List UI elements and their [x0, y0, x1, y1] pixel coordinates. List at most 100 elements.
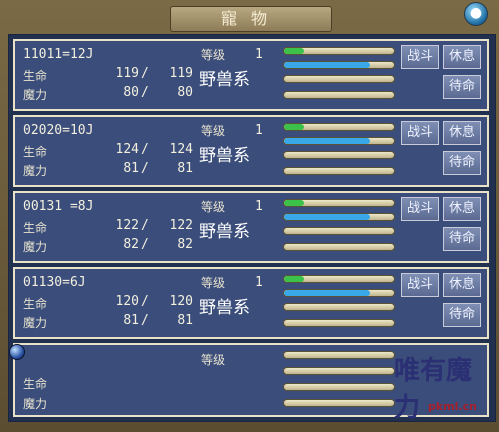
battle-button[interactable]: 战斗 [401, 121, 439, 145]
hp-label: 生命 [23, 145, 48, 159]
watermark-url: pkml.cn [428, 400, 477, 413]
hp-max: 122 [169, 218, 193, 233]
exp-bar [283, 123, 395, 131]
mp-bar [283, 227, 395, 235]
window-title: 寵物 [170, 6, 332, 32]
rest-button[interactable]: 休息 [443, 45, 481, 69]
hp-label: 生命 [23, 69, 48, 83]
mp-bar [283, 75, 395, 83]
level-label: 等级 [201, 200, 226, 214]
exp-fill [284, 200, 304, 206]
hp-bar [283, 289, 395, 297]
pet-card[interactable]: 11011=12J 等级 1 生命 119 / 119 野兽系 魔力 80 / … [13, 39, 489, 111]
battle-button[interactable]: 战斗 [401, 45, 439, 69]
level-value: 1 [255, 47, 263, 62]
extra-bar [283, 167, 395, 175]
mp-bar [283, 383, 395, 391]
mp-current: 81 [123, 313, 139, 328]
exp-bar [283, 47, 395, 55]
pet-type: 野兽系 [199, 70, 250, 90]
hp-slash: / [141, 218, 149, 233]
hp-label: 生命 [23, 221, 48, 235]
hp-label: 生命 [23, 377, 48, 391]
pet-window: 寵物 ● 11011=12J 等级 1 生命 119 / 119 野兽系 魔力 … [0, 0, 499, 432]
standby-button[interactable]: 待命 [443, 227, 481, 251]
mp-slash: / [141, 161, 149, 176]
watermark: 唯有魔力 pkml.cn [394, 350, 494, 423]
mp-current: 80 [123, 85, 139, 100]
mp-label: 魔力 [23, 316, 48, 330]
hp-slash: / [141, 142, 149, 157]
rest-button[interactable]: 休息 [443, 197, 481, 221]
hp-current: 120 [115, 294, 139, 309]
standby-button[interactable]: 待命 [443, 303, 481, 327]
mp-slash: / [141, 85, 149, 100]
mp-label: 魔力 [23, 164, 48, 178]
pet-card[interactable]: 00131 =8J 等级 1 生命 122 / 122 野兽系 魔力 82 / … [13, 191, 489, 263]
pet-type: 野兽系 [199, 298, 250, 318]
extra-bar [283, 91, 395, 99]
standby-button[interactable]: 待命 [443, 151, 481, 175]
mp-current: 82 [123, 237, 139, 252]
level-label: 等级 [201, 276, 226, 290]
pet-type: 野兽系 [199, 146, 250, 166]
mp-bar [283, 151, 395, 159]
level-label: 等级 [201, 48, 226, 62]
hp-slash: / [141, 294, 149, 309]
hp-bar [283, 367, 395, 375]
exp-bar [283, 199, 395, 207]
mp-slash: / [141, 237, 149, 252]
hp-max: 119 [169, 66, 193, 81]
exp-fill [284, 124, 304, 130]
pet-name: 11011=12J [23, 47, 94, 62]
hp-max: 120 [169, 294, 193, 309]
extra-bar [283, 243, 395, 251]
mp-max: 81 [177, 313, 193, 328]
exp-bar [283, 275, 395, 283]
rest-button[interactable]: 休息 [443, 121, 481, 145]
exp-fill [284, 276, 304, 282]
mp-current: 81 [123, 161, 139, 176]
level-value: 1 [255, 275, 263, 290]
battle-button[interactable]: 战斗 [401, 197, 439, 221]
mp-max: 80 [177, 85, 193, 100]
level-label: 等级 [201, 124, 226, 138]
hp-fill [284, 214, 370, 220]
mp-label: 魔力 [23, 88, 48, 102]
hp-fill [284, 290, 370, 296]
hp-slash: / [141, 66, 149, 81]
mp-bar [283, 303, 395, 311]
globe-icon[interactable]: ● [464, 2, 488, 26]
exp-fill [284, 48, 304, 54]
pet-name: 01130=6J [23, 275, 86, 290]
battle-button[interactable]: 战斗 [401, 273, 439, 297]
exp-bar [283, 351, 395, 359]
hp-bar [283, 137, 395, 145]
standby-button[interactable]: 待命 [443, 75, 481, 99]
extra-bar [283, 319, 395, 327]
pet-card[interactable]: 02020=10J 等级 1 生命 124 / 124 野兽系 魔力 81 / … [13, 115, 489, 187]
mp-max: 81 [177, 161, 193, 176]
level-label: 等级 [201, 353, 226, 367]
mp-label: 魔力 [23, 397, 48, 411]
hp-fill [284, 138, 370, 144]
extra-bar [283, 399, 395, 407]
orb-icon[interactable] [9, 344, 25, 360]
level-value: 1 [255, 123, 263, 138]
mp-max: 82 [177, 237, 193, 252]
level-value: 1 [255, 199, 263, 214]
hp-label: 生命 [23, 297, 48, 311]
pet-type: 野兽系 [199, 222, 250, 242]
hp-current: 124 [115, 142, 139, 157]
mp-label: 魔力 [23, 240, 48, 254]
pet-card[interactable]: 01130=6J 等级 1 生命 120 / 120 野兽系 魔力 81 / 8… [13, 267, 489, 339]
hp-fill [284, 62, 370, 68]
hp-bar [283, 213, 395, 221]
pet-name: 02020=10J [23, 123, 94, 138]
hp-bar [283, 61, 395, 69]
hp-current: 119 [115, 66, 139, 81]
pet-name: 00131 =8J [23, 199, 94, 214]
hp-current: 122 [115, 218, 139, 233]
rest-button[interactable]: 休息 [443, 273, 481, 297]
hp-max: 124 [169, 142, 193, 157]
